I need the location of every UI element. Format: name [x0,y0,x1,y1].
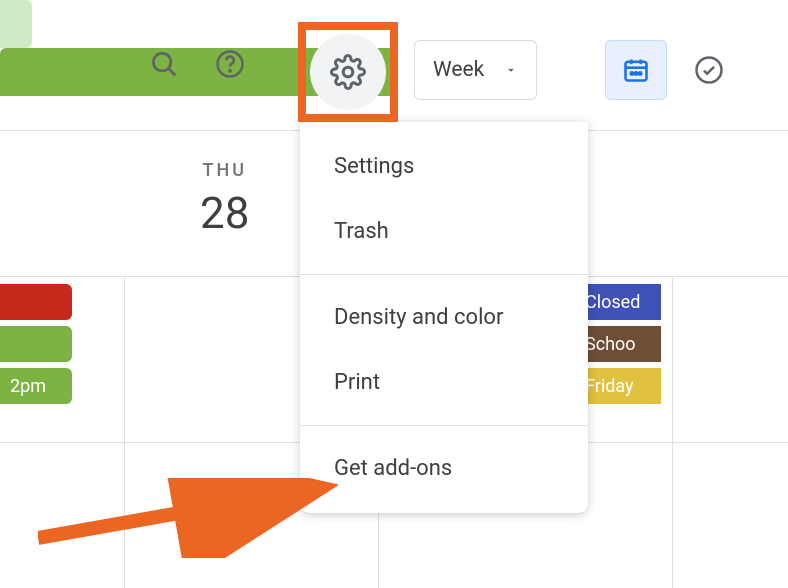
view-selector[interactable]: Week [414,40,537,100]
menu-divider [300,425,588,426]
toolbar [140,40,254,88]
event-chip-green[interactable] [0,326,72,362]
menu-item-addons[interactable]: Get add-ons [300,436,588,501]
tasks-icon[interactable] [685,46,733,94]
menu-item-trash[interactable]: Trash [300,199,588,264]
menu-item-settings[interactable]: Settings [300,134,588,199]
day-column-header: THU 28 [200,160,249,239]
day-number[interactable]: 28 [200,187,249,239]
calendar-icon[interactable] [605,40,667,100]
view-selector-label: Week [433,58,484,82]
menu-item-density[interactable]: Density and color [300,285,588,350]
annotation-arrow [38,478,338,558]
settings-menu: Settings Trash Density and color Print G… [300,122,588,513]
event-chip-red[interactable] [0,284,72,320]
search-icon[interactable] [140,40,188,88]
help-icon[interactable] [206,40,254,88]
event-block-light[interactable] [0,0,32,48]
menu-item-print[interactable]: Print [300,350,588,415]
day-label: THU [200,160,249,181]
grid-line [672,276,673,588]
chevron-down-icon [504,63,518,77]
menu-divider [300,274,588,275]
grid-line [124,276,125,588]
event-chip-green-2[interactable]: 2pm [0,368,72,404]
gear-icon[interactable] [316,40,380,104]
right-icon-group [605,40,733,100]
